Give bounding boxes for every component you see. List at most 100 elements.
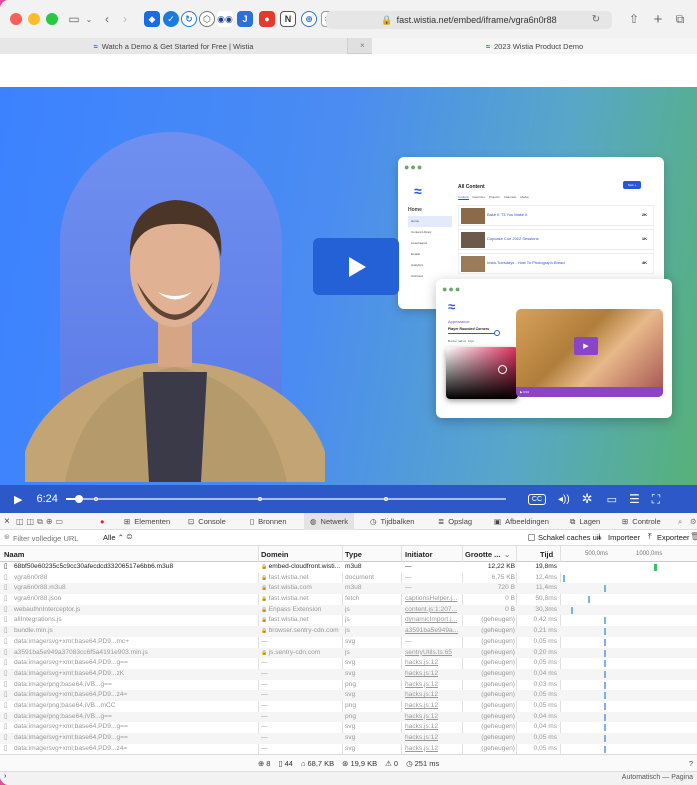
cell-initiator[interactable]: dynamicImport.j...	[405, 615, 461, 626]
fullscreen-icon[interactable]: ⛶	[652, 492, 660, 507]
dock-icons[interactable]: ◫◫⧉⊕▭	[16, 513, 66, 530]
tab-channels[interactable]: Channels	[504, 195, 517, 200]
cell-initiator[interactable]: sentryUtils.ts:65	[405, 648, 461, 659]
progress-track[interactable]	[65, 495, 506, 503]
table-row[interactable]: ▯ allIntegrations.js 🔒 fast.wistia.net js dy…	[0, 615, 697, 626]
preview-video[interactable]: ▶ ▶ 0:04	[516, 309, 663, 397]
chapters-icon[interactable]: ☰	[629, 492, 640, 506]
new-tab-button[interactable]: +	[651, 11, 665, 28]
sidebar-item-content-library[interactable]: Content Library	[408, 227, 452, 238]
close-devtools-icon[interactable]: ×	[4, 513, 10, 530]
table-row[interactable]: ▯ data:image/svg+xml;base64,PD9...g== — svg…	[0, 733, 697, 744]
tab-projects[interactable]: Projects	[489, 195, 500, 200]
tab-content[interactable]: Content	[458, 195, 469, 200]
forward-button[interactable]: ›	[118, 11, 132, 27]
refresh-extension-icon[interactable]: ↻	[181, 11, 197, 27]
table-row[interactable]: ▯ data:image/png;base64,iVB...g== — png hack…	[0, 711, 697, 723]
js-extension-icon[interactable]: J	[237, 11, 253, 27]
sort-chevron-icon[interactable]: ⌄	[504, 546, 510, 562]
import-icon[interactable]: ⤓	[598, 532, 602, 542]
cell-initiator[interactable]: hacks.js:12	[405, 690, 461, 701]
column-type[interactable]: Type	[345, 546, 362, 562]
table-row[interactable]: ▯ data:image/svg+xml;base64,PD9...zK — svg h…	[0, 668, 697, 680]
video-player[interactable]: ●●● ≈ All Content New + Content Favorite…	[0, 87, 697, 513]
camera-extension-icon[interactable]: ●	[259, 11, 275, 27]
error-icon[interactable]: ●	[100, 513, 105, 530]
binoculars-extension-icon[interactable]: ◉◉	[217, 11, 233, 27]
cell-initiator[interactable]: hacks.js:12	[405, 658, 461, 669]
filter-input[interactable]	[13, 532, 93, 544]
cell-initiator[interactable]: —	[405, 583, 461, 594]
table-row[interactable]: ▯ a3591ba5e949a37083cc6f5a4191e903.min.js…	[0, 647, 697, 659]
close-tab-icon[interactable]: ×	[360, 41, 365, 50]
tab-controle[interactable]: ⊞ Controle	[622, 513, 661, 530]
list-item[interactable]: Insta-Tuesdays - How To Photograph Bread…	[458, 253, 654, 274]
table-row[interactable]: ▯ vgra6n0r88 🔒 fast.wistia.net document — 6,7…	[0, 573, 697, 584]
cell-initiator[interactable]: —	[405, 637, 461, 648]
tab-wistia-demo[interactable]: ≈ Watch a Demo & Get Started for Free | …	[0, 38, 348, 54]
tab-tijdbalken[interactable]: ◷ Tijdbalken	[370, 513, 414, 530]
export-icon[interactable]: ⤒	[648, 532, 652, 542]
sidebar-item-emails[interactable]: Emails	[408, 249, 452, 260]
table-row[interactable]: ▯ vgra6n0r88.json 🔒 fast.wistia.net fetch ca…	[0, 594, 697, 605]
cell-initiator[interactable]: —	[405, 562, 461, 573]
tab-opslag[interactable]: ≣ Opslag	[438, 513, 472, 530]
list-item[interactable]: Bake It 'Til You Make It 2K	[458, 205, 654, 226]
column-initiator[interactable]: Initiator	[405, 546, 433, 562]
column-domain[interactable]: Domein	[261, 546, 289, 562]
sidebar-item-home[interactable]: Home	[408, 216, 452, 227]
progress-thumb[interactable]	[75, 495, 84, 503]
share-icon[interactable]: ⇧	[627, 11, 641, 27]
grouping-icon[interactable]: ⊜	[126, 532, 133, 541]
settings-icon[interactable]: ✲	[582, 491, 593, 507]
chevron-down-icon[interactable]: ⌄	[84, 11, 94, 27]
cell-initiator[interactable]: a3591ba5e949a...	[405, 626, 461, 637]
search-icon[interactable]: ⌕	[678, 513, 682, 530]
column-time[interactable]: Tijd	[540, 546, 553, 562]
sidebar-item-analytics[interactable]: Analytics	[408, 260, 452, 271]
execution-context[interactable]: Automatisch — Pagina	[622, 774, 693, 781]
tab-netwerk[interactable]: ◍ Netwerk	[304, 513, 355, 530]
table-row[interactable]: ▯ 68bf50e60235c5c9cc30afecdcd33206517e6bb…	[0, 562, 697, 573]
cell-initiator[interactable]: —	[405, 573, 461, 584]
captions-icon[interactable]: CC	[527, 493, 547, 505]
cell-initiator[interactable]: hacks.js:12	[405, 680, 461, 691]
volume-icon[interactable]: ◂))	[558, 494, 570, 505]
enpass-extension-icon[interactable]: ◆	[144, 11, 160, 27]
notion-extension-icon[interactable]: N	[280, 11, 296, 27]
preview-play-icon[interactable]: ▶	[574, 337, 598, 355]
close-window-button[interactable]	[10, 13, 22, 25]
back-button[interactable]: ‹	[100, 11, 114, 27]
table-row[interactable]: ▯ data:image/png;base64,iVB...g== — png hack…	[0, 680, 697, 691]
trash-icon[interactable]: 🗑	[690, 532, 697, 541]
tab-bronnen[interactable]: ▯ Bronnen	[250, 513, 287, 530]
table-row[interactable]: ▯ data:image/svg+xml;base64,PD9...z4= — svg…	[0, 690, 697, 701]
table-row[interactable]: ▯ webauthnInterceptor.js 🔒 Enpass Extensio…	[0, 604, 697, 616]
play-button[interactable]	[313, 238, 399, 295]
zoom-window-button[interactable]	[46, 13, 58, 25]
tab-overview-icon[interactable]: ⧉	[673, 11, 687, 27]
table-row[interactable]: ▯ data:image/png;base64,iVB...mCC — png hack…	[0, 701, 697, 712]
gear-icon[interactable]: ⚙	[690, 513, 697, 530]
table-row[interactable]: ▯ data:image/svg+xml;base64,PD9...g== — svg…	[0, 658, 697, 669]
tab-media[interactable]: Media	[520, 195, 528, 200]
target-extension-icon[interactable]: ⊕	[301, 11, 317, 27]
radius-slider[interactable]	[448, 333, 496, 334]
address-bar[interactable]: 🔒 fast.wistia.net/embed/iframe/vgra6n0r8…	[326, 11, 612, 29]
play-icon[interactable]: ▶	[14, 493, 22, 506]
tab-elementen[interactable]: ⊞ Elementen	[124, 513, 170, 530]
color-picker-handle[interactable]	[498, 365, 507, 374]
cell-initiator[interactable]: captionsHelper.j...	[405, 594, 461, 605]
minimize-window-button[interactable]	[28, 13, 40, 25]
help-icon[interactable]: ?	[689, 759, 693, 768]
cell-initiator[interactable]: hacks.js:12	[405, 744, 461, 754]
table-row[interactable]: ▯ data:image/svg+xml;base64,PD9...z4= — svg…	[0, 744, 697, 754]
cell-initiator[interactable]: hacks.js:12	[405, 733, 461, 744]
airplay-icon[interactable]: ▭	[607, 493, 617, 506]
cell-initiator[interactable]: hacks.js:12	[405, 712, 461, 723]
sidebar-item-livestreams[interactable]: Livestreams	[408, 238, 452, 249]
tab-lagen[interactable]: ⧉ Lagen	[570, 513, 600, 530]
table-row[interactable]: ▯ data:image/svg+xml;base64,PD9...g== — svg…	[0, 722, 697, 733]
column-name[interactable]: Naam	[4, 546, 24, 562]
cell-initiator[interactable]: hacks.js:12	[405, 722, 461, 733]
